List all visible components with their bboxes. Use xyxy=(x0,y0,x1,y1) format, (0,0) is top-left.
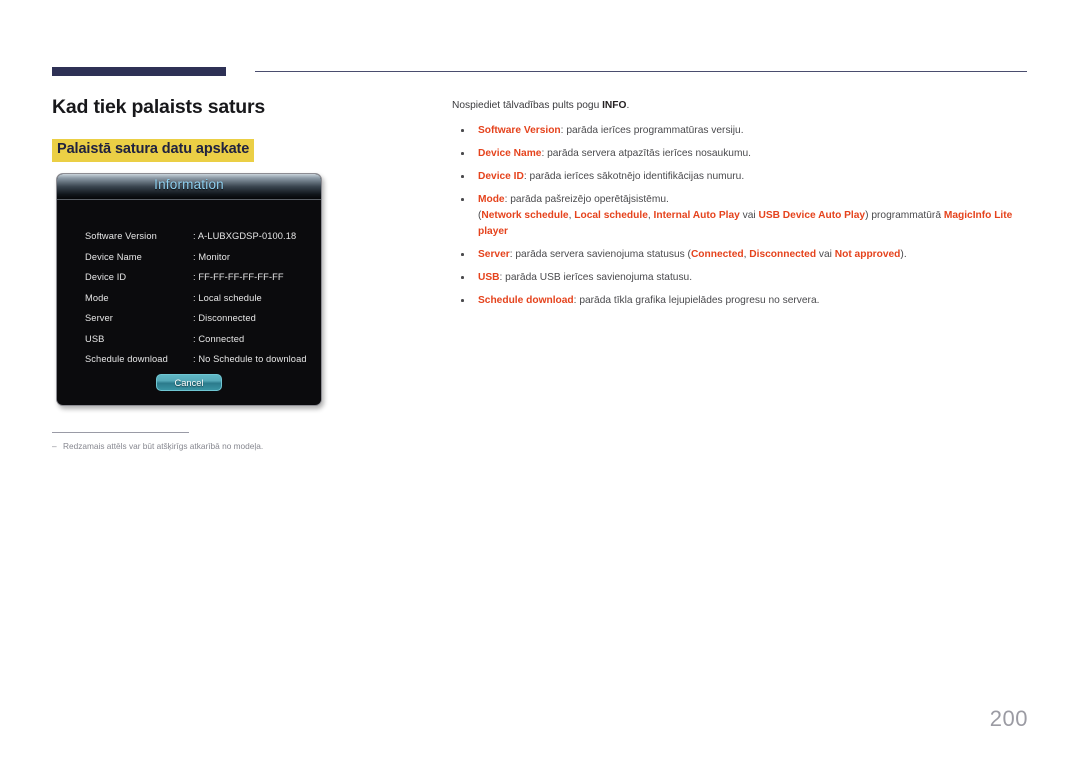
info-description-list: Software Version: parāda ierīces program… xyxy=(452,123,1028,309)
list-item: Device Name: parāda servera atpazītās ie… xyxy=(452,146,1028,162)
dialog-info-rows: Software Version : A-LUBXGDSP-0100.18 De… xyxy=(85,231,311,375)
info-value-software-version: : A-LUBXGDSP-0100.18 xyxy=(193,231,297,241)
table-row: Device Name : Monitor xyxy=(85,252,311,273)
mode-option-internal-auto-play: Internal Auto Play xyxy=(653,210,740,222)
bullet-text-software-version: : parāda ierīces programmatūras versiju. xyxy=(560,124,744,136)
list-item: USB: parāda USB ierīces savienojuma stat… xyxy=(452,270,1028,286)
bullet-key-usb: USB xyxy=(478,271,500,283)
information-dialog: Information Software Version : A-LUBXGDS… xyxy=(56,173,322,406)
server-status-connected: Connected xyxy=(690,248,744,260)
bullet-key-software-version: Software Version xyxy=(478,124,561,136)
bullet-dot-icon xyxy=(461,276,464,279)
info-label-usb: USB xyxy=(85,333,105,344)
bullet-dot-icon xyxy=(461,253,464,256)
header-divider-line xyxy=(255,71,1027,73)
dialog-body: Software Version : A-LUBXGDSP-0100.18 De… xyxy=(57,200,321,404)
bullet-dot-icon xyxy=(461,175,464,178)
dialog-footer: Cancel xyxy=(57,373,321,391)
info-label-software-version: Software Version xyxy=(85,231,157,241)
info-value-usb: : Connected xyxy=(193,333,245,344)
info-value-mode: : Local schedule xyxy=(193,292,262,303)
bullet-key-schedule-download: Schedule download xyxy=(478,294,574,306)
footnote-divider xyxy=(52,432,189,434)
table-row: Schedule download : No Schedule to downl… xyxy=(85,354,311,375)
page-number: 200 xyxy=(989,706,1028,731)
list-item: Software Version: parāda ierīces program… xyxy=(452,123,1028,139)
mode-option-usb-device-auto-play: USB Device Auto Play xyxy=(758,210,866,222)
mode-option-local-schedule: Local schedule xyxy=(574,210,648,222)
footnote-row: – Redzamais attēls var būt atšķirīgs atk… xyxy=(52,441,392,452)
bullet-dot-icon xyxy=(461,299,464,302)
bullet-text-mode: : parāda pašreizējo operētājsistēmu. xyxy=(504,193,669,205)
info-label-mode: Mode xyxy=(85,292,109,303)
section-subtitle: Palaistā satura datu apskate xyxy=(52,139,255,163)
left-column: Kad tiek palaists saturs Palaistā satura… xyxy=(52,96,432,163)
dialog-title: Information xyxy=(154,177,224,192)
server-status-disconnected: Disconnected xyxy=(749,248,817,260)
table-row: Mode : Local schedule xyxy=(85,293,311,314)
bullet-key-device-name: Device Name xyxy=(478,147,542,159)
info-value-device-id: : FF-FF-FF-FF-FF-FF xyxy=(193,272,284,282)
intro-text-after: . xyxy=(626,100,630,111)
intro-paragraph: Nospiediet tālvadības pults pogu INFO. xyxy=(452,99,1028,114)
bullet-dot-icon xyxy=(461,152,464,155)
table-row: Software Version : A-LUBXGDSP-0100.18 xyxy=(85,231,311,252)
header-accent-bar xyxy=(52,67,226,76)
info-value-schedule-download: : No Schedule to download xyxy=(193,354,307,364)
bullet-text-server-b: ). xyxy=(900,248,907,260)
right-column: Nospiediet tālvadības pults pogu INFO. S… xyxy=(452,99,1028,316)
table-row: USB : Connected xyxy=(85,334,311,355)
cancel-button[interactable]: Cancel xyxy=(156,374,222,391)
table-row: Server : Disconnected xyxy=(85,313,311,334)
bullet-key-server: Server xyxy=(478,248,510,260)
info-label-device-name: Device Name xyxy=(85,251,142,262)
bullet-key-device-id: Device ID xyxy=(478,170,524,182)
info-label-device-id: Device ID xyxy=(85,272,127,282)
footnote-block: – Redzamais attēls var būt atšķirīgs atk… xyxy=(52,432,392,452)
info-value-device-name: : Monitor xyxy=(193,251,231,262)
info-value-server: : Disconnected xyxy=(193,313,256,323)
mode-option-network-schedule: Network schedule xyxy=(481,210,569,222)
bullet-text-schedule-download: : parāda tīkla grafika lejupielādes prog… xyxy=(573,294,820,306)
bullet-dot-icon xyxy=(461,198,464,201)
table-row: Device ID : FF-FF-FF-FF-FF-FF xyxy=(85,272,311,293)
info-label-schedule-download: Schedule download xyxy=(85,354,168,364)
bullet-text-device-name: : parāda servera atpazītās ierīces nosau… xyxy=(541,147,751,159)
list-item: Schedule download: parāda tīkla grafika … xyxy=(452,293,1028,309)
bullet-key-mode: Mode xyxy=(478,193,505,205)
page-title: Kad tiek palaists saturs xyxy=(52,96,266,118)
info-label-server: Server xyxy=(85,313,113,323)
server-separator-2: vai xyxy=(816,248,835,260)
footnote-dash-icon: – xyxy=(52,441,57,452)
intro-info-key: INFO xyxy=(602,100,627,111)
server-status-not-approved: Not approved xyxy=(834,248,901,260)
mode-separator-3: vai xyxy=(739,210,759,222)
list-item: Server: parāda servera savienojuma statu… xyxy=(452,247,1028,263)
list-item: Device ID: parāda ierīces sākotnējo iden… xyxy=(452,169,1028,185)
list-item: Mode: parāda pašreizējo operētājsistēmu.… xyxy=(452,192,1028,240)
bullet-text-server-a: : parāda servera savienojuma statusus ( xyxy=(509,248,691,260)
footnote-text: Redzamais attēls var būt atšķirīgs atkar… xyxy=(63,441,264,452)
section-subtitle-wrapper: Palaistā satura datu apskate xyxy=(52,139,432,163)
dialog-titlebar: Information xyxy=(57,174,321,200)
bullet-mode-modes-line: (Network schedule, Local schedule, Inter… xyxy=(478,208,1028,239)
bullet-dot-icon xyxy=(461,129,464,132)
bullet-text-usb: : parāda USB ierīces savienojuma statusu… xyxy=(499,271,693,283)
intro-text-before: Nospiediet tālvadības pults pogu xyxy=(452,100,603,111)
mode-mid-text: programmatūrā xyxy=(871,210,944,222)
bullet-text-device-id: : parāda ierīces sākotnējo identifikācij… xyxy=(523,170,745,182)
